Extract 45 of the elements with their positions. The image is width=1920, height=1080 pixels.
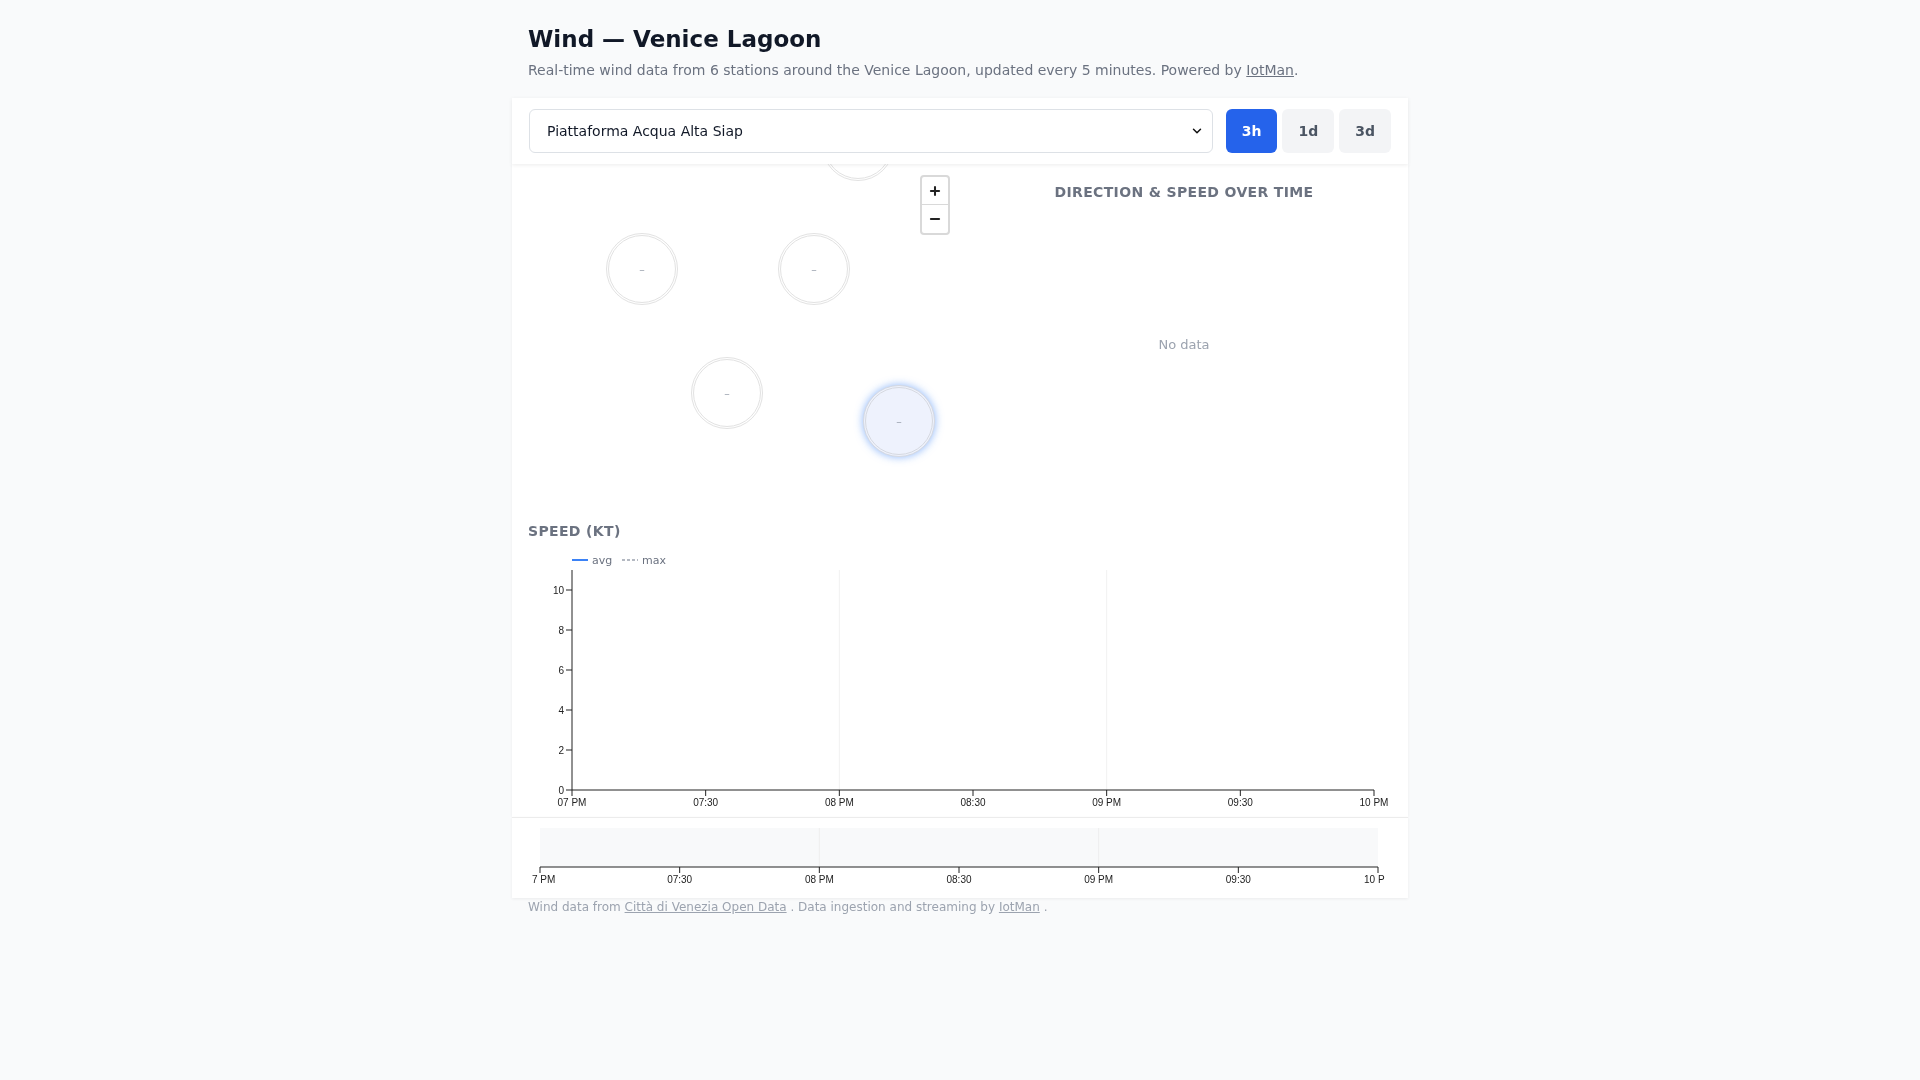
tick-label: 8: [558, 624, 564, 636]
marker-value: –: [639, 263, 645, 275]
page-description: Real-time wind data from 6 stations around the Venice Lagoon, updated every 5 minutes. Powered by IotMan.: [528, 61, 1300, 80]
tick-label: 08 PM: [824, 797, 854, 808]
footer-credits: Wind data from Città di Venezia Open Data . Data ingestion and streaming by IotMan .: [527, 899, 1049, 915]
legend-label: max: [642, 554, 666, 567]
tick-label: 4: [558, 704, 564, 716]
empty-message: No data: [1158, 336, 1210, 355]
plus-icon: [928, 183, 942, 198]
station-marker[interactable]: –: [778, 233, 850, 305]
marker-value: –: [724, 387, 730, 399]
tick-label: 09:30: [1227, 797, 1253, 808]
time-label: 09 PM: [1084, 873, 1114, 885]
iotman-link[interactable]: IotMan: [998, 900, 1040, 914]
station-marker[interactable]: –: [606, 233, 678, 305]
time-label: 07:30: [667, 873, 693, 885]
marker-value: –: [896, 415, 902, 427]
tick-label: 08:30: [960, 797, 986, 808]
tick-label: 09 PM: [1092, 797, 1122, 808]
range-tab[interactable]: 3h: [1225, 109, 1278, 153]
station-select[interactable]: Piattaforma Acqua Alta Siap: [529, 109, 1213, 153]
time-range-brush[interactable]: [540, 828, 1378, 867]
open-data-link[interactable]: Città di Venezia Open Data: [624, 900, 787, 914]
tick-label: 07:30: [693, 797, 719, 808]
tick-label: 0: [558, 784, 564, 796]
tick-label: 07 PM: [557, 797, 587, 808]
tick-label: 6: [558, 664, 564, 676]
range-tab[interactable]: 3d: [1339, 109, 1391, 153]
iotman-link[interactable]: IotMan: [1246, 62, 1294, 78]
legend-label: avg: [592, 554, 613, 567]
page-title: Wind — Venice Lagoon: [528, 25, 823, 54]
range-tab[interactable]: 1d: [1282, 109, 1335, 153]
time-label: 08 PM: [804, 873, 834, 885]
time-label: 09:30: [1225, 873, 1251, 885]
panel-title: SPEED (KT): [528, 522, 621, 541]
time-label: 7 PM: [532, 873, 556, 885]
marker-value: –: [811, 263, 817, 275]
station-marker[interactable]: –: [691, 357, 763, 429]
time-label: 10 P: [1364, 873, 1385, 885]
panel-title: DIRECTION & SPEED OVER TIME: [1054, 183, 1314, 202]
time-label: 08:30: [946, 873, 972, 885]
tick-label: 2: [558, 744, 564, 756]
tick-label: 10 PM: [1359, 797, 1389, 808]
station-marker[interactable]: –: [863, 385, 935, 457]
tick-label: 10: [552, 584, 564, 596]
